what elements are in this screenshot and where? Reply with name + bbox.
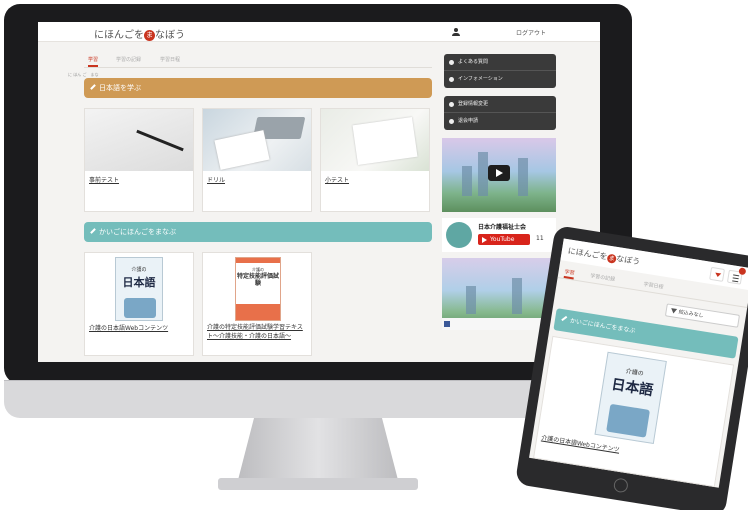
sidebar-item-info[interactable]: インフォメーション: [444, 71, 556, 88]
channel-name: 日本介護福祉士会: [478, 224, 527, 231]
sidebar-item-label: よくある質問: [458, 59, 489, 65]
book-big-title: 特定技能評価試験: [236, 273, 279, 287]
filter-dropdown[interactable]: 絞込みなし: [664, 303, 740, 328]
logo-suffix: なぼう: [155, 30, 185, 41]
gear-icon: [449, 102, 454, 107]
user-icon[interactable]: [452, 28, 460, 36]
sidebar-menu-account: 登録情報変更 退会申請: [444, 96, 556, 130]
gear-icon: [449, 119, 454, 124]
sidebar-item-label: 退会申請: [458, 118, 479, 124]
sidebar-item-profile[interactable]: 登録情報変更: [444, 96, 556, 113]
tab-schedule[interactable]: 学習日程: [643, 281, 664, 291]
book-illustration: [124, 298, 156, 318]
book-cover: 介護の 特定技能評価試験: [235, 257, 281, 321]
section-learn-title: 日本語を学ぶ: [99, 84, 141, 92]
monitor-stand: [238, 418, 398, 480]
section-kaigo-title: かいごにほんごをまなぶ: [569, 317, 636, 335]
card-kaigo-web-content[interactable]: 介護の 日本語 介護の日本語Webコンテンツ: [84, 252, 194, 356]
tab-bar: 学習 学習の記録 学習日程: [84, 54, 432, 68]
section-learn-japanese: 日本語を学ぶ: [84, 78, 432, 98]
video-player[interactable]: [442, 138, 556, 212]
book-illustration: [606, 403, 651, 438]
devices-scene: にほんごをまなぼう ログアウト 学習 学習の記録 学習日程 に ほん ご まな …: [0, 0, 748, 510]
tab-learning[interactable]: 学習: [88, 56, 99, 67]
tab-history[interactable]: 学習の記録: [116, 56, 141, 63]
logo-mark: ま: [144, 30, 155, 41]
card-image: [321, 109, 429, 171]
card-label[interactable]: 事前テスト: [89, 175, 119, 184]
desktop-screen: にほんごをまなぼう ログアウト 学習 学習の記録 学習日程 に ほん ご まな …: [38, 22, 600, 362]
play-icon[interactable]: [488, 165, 510, 181]
section-kaigo-title: かいごにほんごをまなぶ: [99, 228, 176, 236]
card-label[interactable]: 小テスト: [325, 175, 349, 184]
card-label[interactable]: 介護の特定技能評価試験学習テキスト〜介護技能・介護の日本語〜: [207, 323, 311, 341]
sidebar-item-withdraw[interactable]: 退会申請: [444, 113, 556, 130]
pencil-icon: [90, 84, 96, 90]
tablet-screen: にほんごをまなぼう 学習 学習の記録 学習日程 絞込みなし かいごにほんごをまな…: [529, 238, 748, 488]
pencil-icon: [90, 228, 96, 234]
favorite-icon[interactable]: [709, 266, 725, 282]
tab-schedule[interactable]: 学習日程: [160, 56, 180, 63]
tab-history[interactable]: 学習の記録: [590, 272, 616, 283]
youtube-subscribe-button[interactable]: YouTube: [478, 234, 530, 245]
avatar: [446, 222, 472, 248]
book-title: 介護の: [131, 267, 147, 273]
sidebar-item-label: インフォメーション: [458, 76, 503, 82]
site-logo[interactable]: にほんごをまなぼう: [94, 26, 185, 41]
card-label[interactable]: 介護の日本語Webコンテンツ: [89, 323, 168, 332]
notification-badge: [738, 267, 747, 276]
site-header: にほんごをまなぼう ログアウト: [38, 22, 600, 42]
logo-text: にほんごを: [567, 246, 609, 262]
card-pre-test[interactable]: 事前テスト: [84, 108, 194, 212]
book-cover: 介護の 日本語: [115, 257, 163, 321]
tab-learning[interactable]: 学習: [563, 268, 576, 280]
section-kaigo: かいごにほんごをまなぶ: [84, 222, 432, 242]
logo-suffix: なぼう: [615, 253, 641, 267]
sidebar-item-faq[interactable]: よくある質問: [444, 54, 556, 71]
facebook-widget[interactable]: [442, 258, 556, 330]
logout-link[interactable]: ログアウト: [516, 28, 546, 37]
tablet-device: にほんごをまなぼう 学習 学習の記録 学習日程 絞込みなし かいごにほんごをまな…: [514, 225, 748, 510]
sidebar-item-label: 登録情報変更: [458, 101, 489, 107]
card-quiz[interactable]: 小テスト: [320, 108, 430, 212]
site-logo[interactable]: にほんごをまなぼう: [567, 245, 641, 267]
info-icon: [449, 77, 454, 82]
card-kaigo-skills-text[interactable]: 介護の 特定技能評価試験 介護の特定技能評価試験学習テキスト〜介護技能・介護の日…: [202, 252, 312, 356]
subscriber-count: 11: [536, 235, 544, 242]
sidebar-menu-help: よくある質問 インフォメーション: [444, 54, 556, 88]
card-image: [85, 109, 193, 171]
card-drill[interactable]: ドリル: [202, 108, 312, 212]
logo-text: にほんごを: [94, 30, 144, 41]
monitor-base: [218, 478, 418, 490]
question-icon: [449, 60, 454, 65]
book-cover: 介護の 日本語: [594, 351, 667, 445]
card-label[interactable]: ドリル: [207, 175, 225, 184]
card-image: [203, 109, 311, 171]
pencil-icon: [561, 315, 568, 322]
book-big-title: 日本語: [122, 276, 156, 289]
youtube-channel: 日本介護福祉士会 YouTube 11: [442, 218, 556, 252]
